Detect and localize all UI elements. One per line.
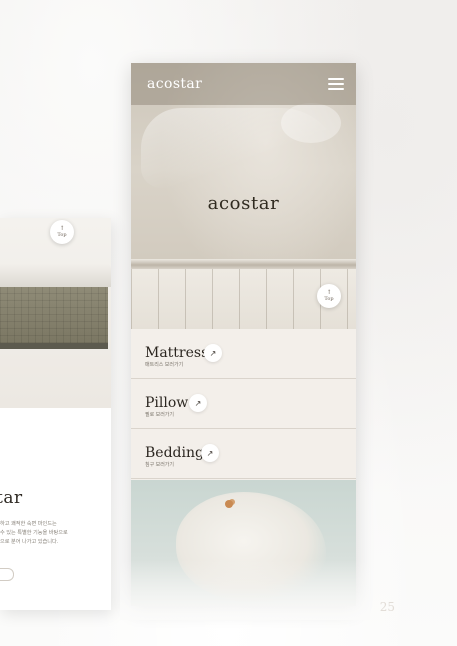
mattress-piping [131,259,356,269]
menu-item-title: Pillow [145,395,189,411]
menu-item-bedding[interactable]: Bedding 침구 보러가기 ↗ [131,429,356,479]
menu-item-pillow[interactable]: Pillow 필로 보러가기 ↗ [131,379,356,429]
fabric-highlight [281,103,341,143]
mattress-photo [0,218,111,408]
mattress-base [0,343,108,349]
arrow-up-right-icon[interactable]: ↗ [201,444,219,462]
mattress-top [0,263,111,287]
brand-title: tar [0,488,23,508]
hamburger-menu-icon[interactable] [328,78,344,90]
header-logo[interactable]: acostar [147,76,202,92]
mattress-side-panel [0,287,108,343]
scroll-top-button[interactable]: ↑ Top [50,220,74,244]
scroll-top-label: Top [324,296,334,302]
menu-item-mattress[interactable]: Mattress 매트리스 보러가기 ↗ [131,329,356,379]
brand-description: 하고 쾌적한 숙면 마인드는 수 있는 특별한 기능을 바탕으로 으로 분어 나… [0,521,68,545]
category-menu: Mattress 매트리스 보러가기 ↗ Pillow 필로 보러가기 ↗ Be… [131,329,356,479]
menu-item-title: Bedding [145,445,204,461]
scroll-top-label: Top [57,232,67,238]
menu-item-title: Mattress [145,345,209,361]
hero-logo: acostar [207,193,280,214]
arrow-up-right-icon[interactable]: ↗ [189,394,207,412]
flower-decoration [225,500,233,508]
site-header: acostar [131,63,356,105]
left-phone-mockup: ↑ Top tar 하고 쾌적한 숙면 마인드는 수 있는 특별한 기능을 바탕… [0,218,111,610]
more-button[interactable] [0,568,14,581]
menu-item-subtitle: 필로 보러가기 [145,412,174,418]
menu-item-subtitle: 침구 보러가기 [145,462,174,468]
bottom-fade [120,560,370,620]
arrow-up-right-icon[interactable]: ↗ [204,344,222,362]
scroll-top-button[interactable]: ↑ Top [317,284,341,308]
main-phone-mockup: acostar acostar ↑ Top Mattress 매트리스 보러가기… [131,63,356,606]
menu-item-subtitle: 매트리스 보러가기 [145,362,184,368]
page-number: 25 [379,600,395,614]
